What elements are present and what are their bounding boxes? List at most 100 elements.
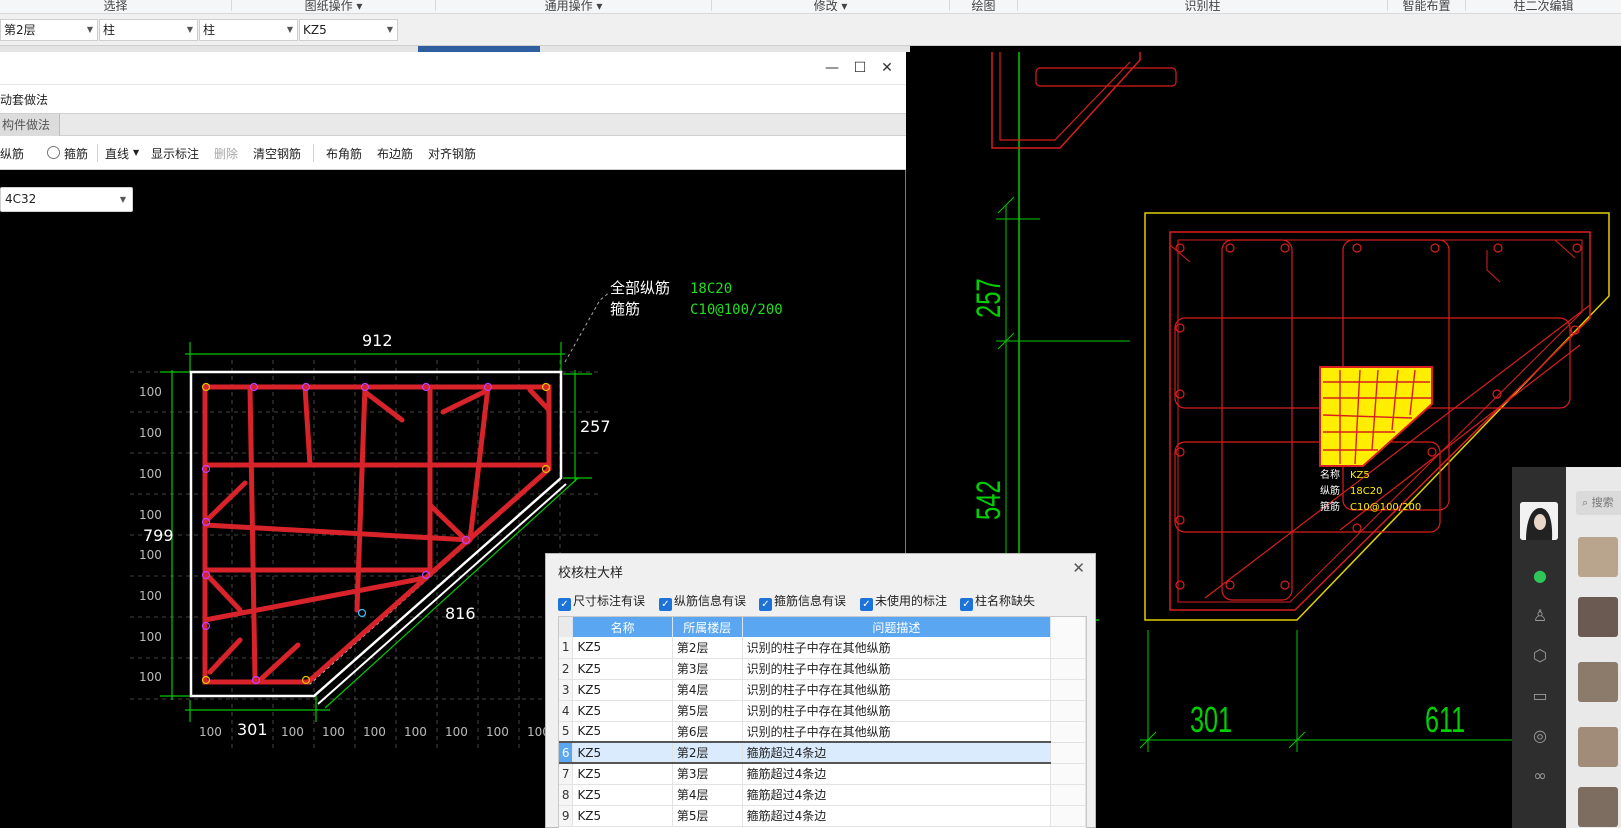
mini-program-icon[interactable]: ∞ [1529, 765, 1551, 787]
table-row[interactable]: 1 KZ5 第2层 识别的柱子中存在其他纵筋 [559, 637, 1086, 659]
align-rebar-button[interactable]: 对齐钢筋 [428, 145, 476, 162]
stirrup-radio[interactable] [47, 146, 60, 159]
ribbon-group-draw[interactable]: 绘图 [950, 0, 1018, 11]
table-row[interactable]: 4 KZ5 第5层 识别的柱子中存在其他纵筋 [559, 700, 1086, 722]
filter-dimension-error[interactable]: ✓ 尺寸标注有误 [558, 592, 645, 611]
tag-long-value: 18C20 [1350, 486, 1382, 497]
table-row[interactable]: 8 KZ5 第4层 箍筋超过4条边 [559, 784, 1086, 806]
table-header: 名称 所属楼层 问题描述 [559, 617, 1086, 637]
cell-empty [1050, 805, 1086, 827]
rebar-dot [1225, 580, 1235, 590]
chat-app-sidebar: ● ♙ ⬡ ▭ ◎ ∞ [1512, 467, 1566, 828]
cell-description: 识别的柱子中存在其他纵筋 [742, 721, 1052, 743]
tab-bar: 构件做法 [0, 114, 906, 136]
corner-rebar-button[interactable]: 布角筋 [326, 145, 362, 162]
cell-name: KZ5 [572, 741, 673, 764]
longitudinal-rebar-option[interactable]: 纵筋 [0, 145, 24, 162]
cell-name: KZ5 [572, 805, 673, 827]
ribbon-group-common-ops[interactable]: 通用操作 ▾ [436, 0, 712, 11]
rebar-dot [1175, 447, 1185, 457]
close-button[interactable]: ✕ [877, 58, 897, 78]
checkbox-checked-icon[interactable]: ✓ [558, 598, 571, 611]
table-row[interactable]: 3 KZ5 第4层 识别的柱子中存在其他纵筋 [559, 679, 1086, 701]
ribbon-group-column-edit[interactable]: 柱二次编辑 [1466, 0, 1621, 11]
rebar-dot [1280, 243, 1290, 253]
stirrup-option[interactable]: 箍筋 [64, 145, 88, 162]
filter-stirrup-error[interactable]: ✓ 箍筋信息有误 [759, 592, 846, 611]
ribbon-group-modify[interactable]: 修改 ▾ [712, 0, 950, 11]
avatar[interactable] [1520, 502, 1558, 540]
tab-component-method[interactable]: 构件做法 [0, 114, 60, 136]
column-header-description[interactable]: 问题描述 [742, 617, 1052, 637]
rebar-line [202, 575, 428, 623]
row-number: 9 [559, 805, 574, 827]
filter-unused-label[interactable]: ✓ 未使用的标注 [860, 592, 947, 611]
checkbox-checked-icon[interactable]: ✓ [659, 598, 672, 611]
delete-button[interactable]: 删除 [214, 145, 238, 162]
hook-mark [1169, 244, 1191, 263]
ribbon-group-identify-column[interactable]: 识别柱 [1018, 0, 1388, 11]
chat-thumbnail[interactable] [1578, 727, 1618, 767]
cube-icon[interactable]: ⬡ [1529, 645, 1551, 667]
contacts-icon[interactable]: ♙ [1529, 605, 1551, 627]
chat-thumbnail[interactable] [1578, 597, 1618, 637]
rebar-spec-select[interactable]: 4C32 ▼ [0, 187, 133, 212]
checkbox-checked-icon[interactable]: ✓ [759, 598, 772, 611]
cell-floor: 第3层 [672, 763, 743, 785]
row-number-header [559, 617, 574, 637]
maximize-button[interactable]: ☐ [850, 58, 870, 78]
dim-301: 301 [237, 720, 268, 739]
cell-floor: 第6层 [672, 721, 743, 743]
method-title-bar: 动套做法 [0, 84, 906, 114]
table-row-selected[interactable]: 6 KZ5 第2层 箍筋超过4条边 [559, 741, 1086, 764]
table-row[interactable]: 9 KZ5 第5层 箍筋超过4条边 [559, 805, 1086, 827]
grid-label: 100 [139, 508, 162, 522]
chat-thumbnail[interactable] [1578, 537, 1618, 577]
ribbon-group-drawing-ops[interactable]: 图纸操作 ▾ [232, 0, 436, 11]
filter-label: 柱名称缺失 [975, 594, 1036, 608]
row-number: 3 [559, 679, 574, 701]
row-number: 1 [559, 637, 574, 659]
aperture-icon[interactable]: ◎ [1529, 725, 1551, 747]
component-select[interactable]: KZ5 ▼ [299, 19, 398, 41]
rebar-dot [1175, 580, 1185, 590]
hook-mark [1486, 250, 1501, 283]
filter-longitudinal-error[interactable]: ✓ 纵筋信息有误 [659, 592, 746, 611]
show-label-button[interactable]: 显示标注 [151, 145, 199, 162]
window-titlebar: — ☐ ✕ [0, 52, 906, 84]
chat-thumbnail[interactable] [1578, 787, 1618, 827]
checkbox-checked-icon[interactable]: ✓ [860, 598, 873, 611]
minimize-button[interactable]: — [822, 58, 842, 78]
filter-label: 纵筋信息有误 [674, 594, 747, 608]
clear-rebar-button[interactable]: 清空钢筋 [253, 145, 301, 162]
folder-icon[interactable]: ▭ [1529, 685, 1551, 707]
floor-select[interactable]: 第2层 ▼ [0, 19, 98, 41]
ribbon-group-smart-place[interactable]: 智能布置 [1388, 0, 1466, 11]
table-row[interactable]: 7 KZ5 第3层 箍筋超过4条边 [559, 763, 1086, 785]
chat-bubble-icon[interactable]: ● [1529, 565, 1551, 587]
column-header-floor[interactable]: 所属楼层 [672, 617, 743, 637]
column-outline-top [991, 52, 1141, 149]
cell-name: KZ5 [572, 679, 673, 701]
label-leader-line [564, 291, 611, 363]
rebar-line [354, 384, 368, 613]
table-row[interactable]: 5 KZ5 第6层 识别的柱子中存在其他纵筋 [559, 721, 1086, 743]
table-row[interactable]: 2 KZ5 第3层 识别的柱子中存在其他纵筋 [559, 658, 1086, 680]
column-header-name[interactable]: 名称 [572, 617, 673, 637]
element-type-select[interactable]: 柱 ▼ [99, 19, 198, 41]
close-icon[interactable]: ✕ [1072, 559, 1085, 577]
grid-label: 100 [139, 467, 162, 481]
line-mode-dropdown[interactable]: 直线 [105, 145, 129, 162]
method-title[interactable]: 动套做法 [0, 93, 48, 107]
chat-thumbnail[interactable] [1578, 662, 1618, 702]
element-subtype-select[interactable]: 柱 ▼ [199, 19, 298, 41]
rebar-line [362, 389, 405, 423]
grid-label: 100 [139, 426, 162, 440]
rebar-dot [1352, 243, 1362, 253]
row-number: 4 [559, 700, 574, 722]
ribbon-group-select[interactable]: 选择 [0, 0, 232, 11]
filter-missing-name[interactable]: ✓ 柱名称缺失 [960, 592, 1035, 611]
edge-rebar-button[interactable]: 布边筋 [377, 145, 413, 162]
checkbox-checked-icon[interactable]: ✓ [960, 598, 973, 611]
search-input[interactable]: ⌕ 搜索 [1576, 491, 1621, 515]
